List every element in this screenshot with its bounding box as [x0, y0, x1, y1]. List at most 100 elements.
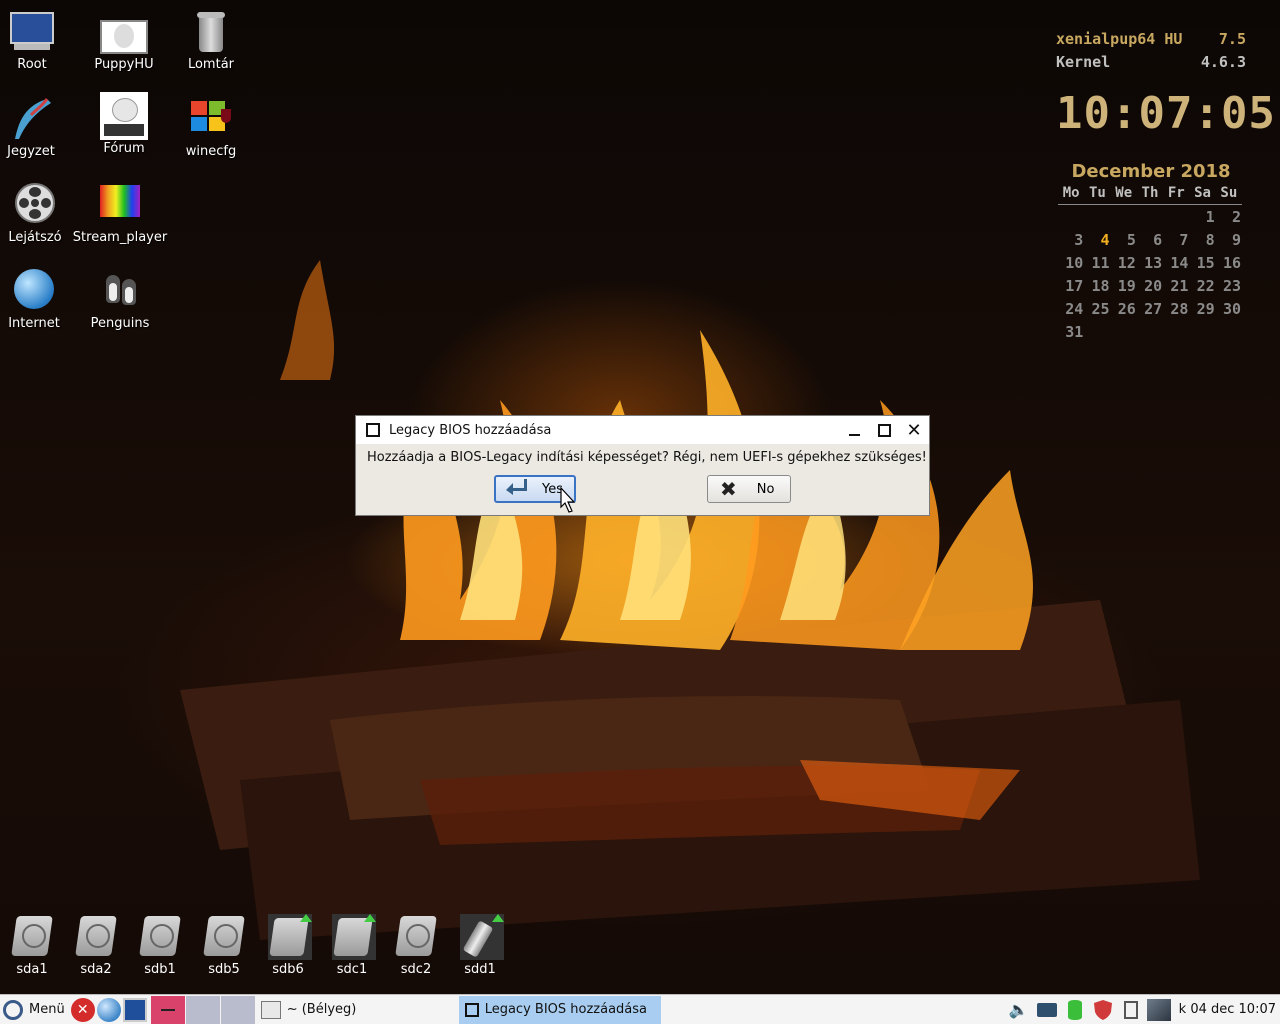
drive-sdc2[interactable]: sdc2: [384, 912, 448, 977]
no-button[interactable]: ✖ No: [707, 475, 791, 503]
calendar-day: 28: [1170, 299, 1189, 318]
drive-sdb1[interactable]: sdb1: [128, 912, 192, 977]
kernel-version: 4.6.3: [1200, 53, 1246, 71]
task-label: ~ (Bélyeg): [286, 1002, 357, 1017]
drive-label: sda2: [80, 962, 112, 977]
desktop-icon-penguins[interactable]: Penguins: [72, 267, 168, 331]
dialog-title: Legacy BIOS hozzáadása: [389, 422, 552, 438]
legacy-bios-dialog[interactable]: Legacy BIOS hozzáadása ✕ Hozzáadja a BIO…: [355, 415, 930, 516]
task-legacy-bios[interactable]: Legacy BIOS hozzáadása: [458, 995, 661, 1024]
desktop-icon-forum[interactable]: Fórum: [76, 92, 172, 156]
calendar-day: 10: [1065, 253, 1084, 272]
desktop-icon-lejatszo[interactable]: Lejátszó: [0, 181, 83, 245]
taskbar: Menü ✕ ~ (Bélyeg) Legacy BIOS hozzáadása…: [0, 994, 1280, 1024]
calendar-day: 17: [1065, 276, 1084, 295]
calendar-day: 20: [1144, 276, 1163, 295]
calendar-day: [1084, 205, 1110, 229]
film-reel-icon: [11, 181, 59, 229]
drive-label: sdb1: [144, 962, 176, 977]
workspace-3[interactable]: [220, 995, 255, 1024]
start-menu-button[interactable]: Menü: [0, 996, 65, 1024]
calendar-day: 12: [1117, 253, 1136, 272]
drive-label: sda1: [16, 962, 48, 977]
desktop-icon-jegyzet[interactable]: Jegyzet: [0, 95, 79, 159]
firewall-shield-icon[interactable]: [1091, 998, 1115, 1022]
show-desktop-icon[interactable]: [122, 997, 147, 1022]
calendar-day: 13: [1144, 253, 1163, 272]
workspace-2[interactable]: [185, 995, 220, 1024]
screen-icon[interactable]: [1146, 998, 1171, 1022]
drive-label: sdc2: [400, 962, 432, 977]
maximize-button[interactable]: [869, 416, 899, 444]
browser-globe-icon[interactable]: [96, 997, 121, 1022]
calendar-day: 4: [1100, 230, 1110, 249]
calendar-week: 3456789: [1058, 228, 1242, 251]
rainbow-gradient-icon: [96, 181, 144, 229]
task-label: Legacy BIOS hozzáadása: [484, 1002, 648, 1017]
calendar-day: 23: [1222, 276, 1241, 295]
window-icon: [464, 1002, 479, 1017]
distro-name: xenialpup64 HU: [1056, 30, 1183, 48]
puppy-photo-icon: [100, 8, 148, 56]
calendar-day: 15: [1196, 253, 1215, 272]
calendar-day: 25: [1091, 299, 1110, 318]
desktop-icon-root[interactable]: Root: [0, 8, 80, 72]
workspace-window-mark: [160, 1008, 175, 1011]
taskbar-clock[interactable]: k 04 dec 10:07: [1179, 1002, 1276, 1017]
calendar-day: 31: [1065, 322, 1084, 341]
calendar-day: [1216, 320, 1242, 343]
drive-label: sdb6: [272, 962, 304, 977]
desktop-icon-winecfg[interactable]: winecfg: [163, 95, 259, 159]
calendar-day: 14: [1170, 253, 1189, 272]
battery-cylinder-icon[interactable]: [1063, 998, 1087, 1022]
desktop-icon-lomtar[interactable]: Lomtár: [163, 8, 259, 72]
trash-icon: [187, 8, 235, 56]
calendar-day: 5: [1126, 230, 1136, 249]
menu-swirl-icon: [3, 999, 23, 1020]
calendar-day: 19: [1117, 276, 1136, 295]
hard-drive-icon: [392, 912, 440, 960]
drive-sdc1[interactable]: sdc1: [320, 912, 384, 977]
calendar-day: 9: [1231, 230, 1241, 249]
maximize-icon: [877, 423, 891, 437]
dialog-titlebar[interactable]: Legacy BIOS hozzáadása ✕: [356, 416, 929, 444]
close-button[interactable]: ✕: [899, 416, 929, 444]
desktop-icon-stream-player[interactable]: Stream_player: [72, 181, 168, 245]
calendar-day: 30: [1222, 299, 1241, 318]
calendar-day: 11: [1091, 253, 1110, 272]
drive-sda2[interactable]: sda2: [64, 912, 128, 977]
calendar-weekday: Mo: [1058, 182, 1085, 205]
calendar-day: 22: [1196, 276, 1215, 295]
calendar-day: [1111, 320, 1137, 343]
mouse-cursor-icon: [560, 487, 576, 513]
enter-arrow-icon: [506, 479, 528, 499]
drive-sda1[interactable]: sda1: [0, 912, 64, 977]
conky-kernel-row: Kernel 4.6.3: [1056, 53, 1246, 76]
clipboard-icon[interactable]: [1119, 998, 1143, 1022]
calendar-week: 31: [1058, 320, 1242, 343]
task-belyeg[interactable]: ~ (Bélyeg): [257, 996, 457, 1024]
no-button-label: No: [756, 481, 775, 497]
file-manager-icon: [260, 1000, 281, 1019]
conky-clock: 10:07:05: [1056, 88, 1276, 139]
desktop-icon-puppyhu[interactable]: PuppyHU: [76, 8, 172, 72]
kernel-label: Kernel: [1056, 53, 1111, 71]
calendar-day: [1163, 320, 1189, 343]
dialog-message: Hozzáadja a BIOS-Legacy indítási képessé…: [367, 450, 927, 465]
drive-sdb6[interactable]: sdb6: [256, 912, 320, 977]
minimize-button[interactable]: [839, 416, 869, 444]
drive-sdb5[interactable]: sdb5: [192, 912, 256, 977]
calendar-day: 8: [1205, 230, 1215, 249]
drive-sdd1[interactable]: sdd1: [448, 912, 512, 977]
volume-icon[interactable]: 🔈: [1007, 998, 1031, 1022]
network-icon[interactable]: [1035, 998, 1059, 1022]
workspace-1[interactable]: [150, 995, 185, 1024]
conky-distro-row: xenialpup64 HU 7.5: [1056, 30, 1246, 53]
calendar-day: [1084, 320, 1110, 343]
close-app-icon[interactable]: ✕: [70, 997, 95, 1022]
calendar-day: 3: [1074, 230, 1084, 249]
calendar-day: 29: [1196, 299, 1215, 318]
hard-drive-icon: [8, 912, 56, 960]
quill-pen-icon: [7, 95, 55, 143]
desktop-icon-internet[interactable]: Internet: [0, 267, 82, 331]
